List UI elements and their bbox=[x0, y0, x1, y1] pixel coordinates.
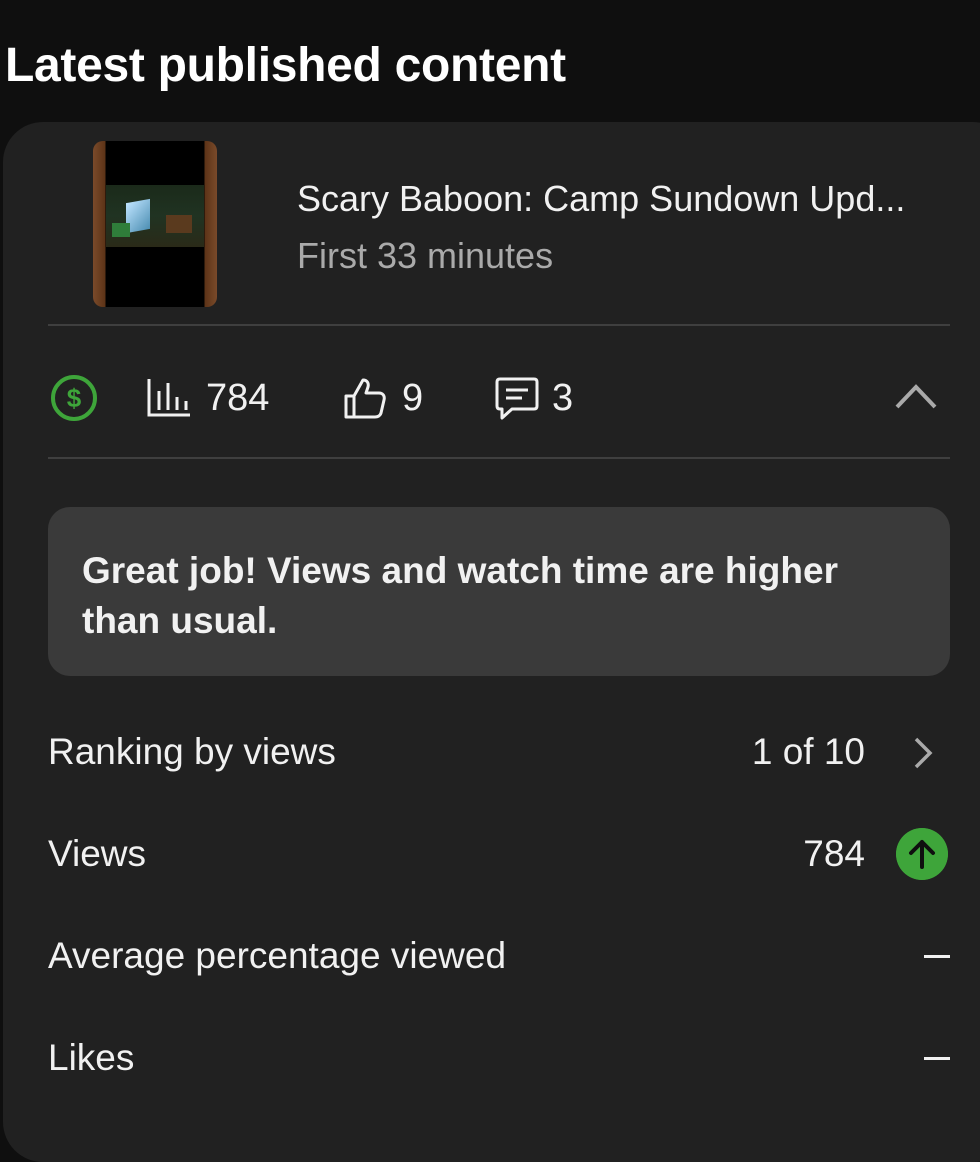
divider bbox=[48, 324, 950, 326]
metric-row-likes: Likes bbox=[48, 1028, 950, 1088]
video-title[interactable]: Scary Baboon: Camp Sundown Upd... bbox=[297, 178, 905, 220]
likes-stat[interactable]: 9 bbox=[343, 372, 423, 424]
thumbnail-block bbox=[112, 223, 130, 237]
divider bbox=[48, 457, 950, 459]
insight-banner: Great job! Views and watch time are high… bbox=[48, 507, 950, 676]
metric-row-avg-percentage: Average percentage viewed bbox=[48, 926, 950, 986]
metric-label: Average percentage viewed bbox=[48, 935, 507, 976]
metric-row-ranking[interactable]: Ranking by views 1 of 10 bbox=[48, 722, 950, 782]
comments-count: 3 bbox=[552, 376, 574, 419]
metric-value: 784 bbox=[803, 833, 865, 874]
comments-stat[interactable]: 3 bbox=[494, 372, 573, 424]
chevron-right-icon[interactable] bbox=[912, 736, 934, 770]
video-thumbnail[interactable] bbox=[93, 141, 217, 307]
views-stat[interactable]: 784 bbox=[146, 372, 269, 424]
chevron-up-icon[interactable] bbox=[894, 378, 938, 414]
bar-chart-icon bbox=[147, 379, 190, 417]
empty-value-dash bbox=[924, 955, 950, 958]
arrow-up-icon bbox=[896, 828, 948, 880]
video-subtitle: First 33 minutes bbox=[297, 235, 554, 276]
metric-label: Ranking by views bbox=[48, 731, 336, 772]
views-count: 784 bbox=[206, 376, 270, 419]
thumbnail-block-2 bbox=[166, 215, 192, 233]
stats-row: 784 9 3 bbox=[0, 372, 980, 424]
empty-value-dash bbox=[924, 1057, 950, 1060]
metric-label: Likes bbox=[48, 1037, 135, 1078]
metric-row-views: Views 784 bbox=[48, 824, 950, 884]
thumbs-up-icon bbox=[344, 378, 386, 419]
likes-count: 9 bbox=[402, 376, 424, 419]
thumbnail-scene bbox=[106, 185, 204, 247]
comment-icon bbox=[495, 377, 539, 420]
metric-value: 1 of 10 bbox=[751, 731, 865, 772]
section-title: Latest published content bbox=[5, 39, 566, 92]
metric-label: Views bbox=[48, 833, 147, 874]
insight-text: Great job! Views and watch time are high… bbox=[82, 550, 838, 641]
